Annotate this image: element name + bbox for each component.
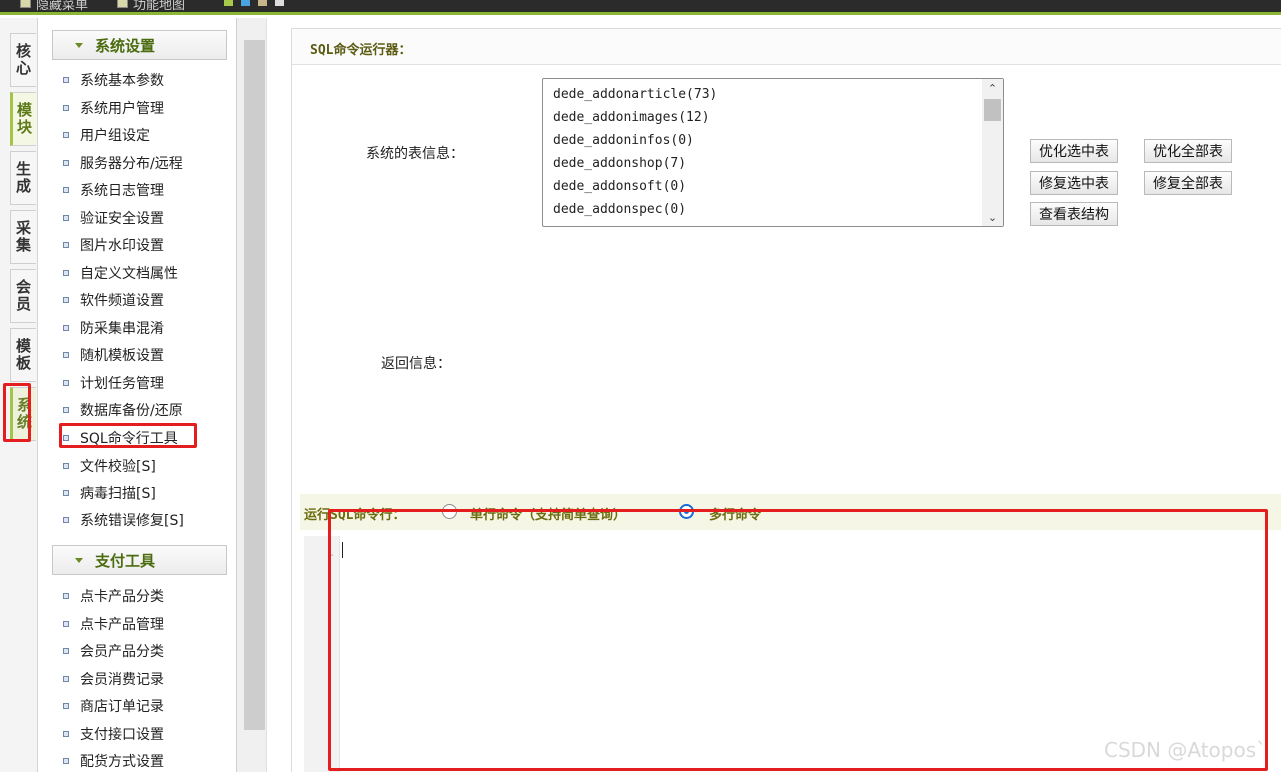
menu-item[interactable]: 防采集串混淆 xyxy=(63,318,164,338)
color-swatch-green[interactable] xyxy=(224,0,233,6)
menu-item[interactable]: 服务器分布/远程 xyxy=(63,153,183,173)
list-item[interactable]: dede_addonimages(12) xyxy=(553,110,710,125)
sidebar-menu: 系统设置 系统基本参数 系统用户管理 用户组设定 服务器分布/远程 系统日志管理… xyxy=(39,18,237,772)
bullet-icon xyxy=(63,105,69,111)
highlight-box-sql-tool xyxy=(59,423,197,448)
menu-item[interactable]: 系统基本参数 xyxy=(63,70,164,90)
menu-item[interactable]: 随机模板设置 xyxy=(63,345,164,365)
menu-item[interactable]: 配货方式设置 xyxy=(63,751,164,771)
return-info-label: 返回信息： xyxy=(381,356,451,372)
bullet-icon xyxy=(63,676,69,682)
menu-item[interactable]: 验证安全设置 xyxy=(63,208,164,228)
bullet-icon xyxy=(63,77,69,83)
bullet-icon xyxy=(63,593,69,599)
list-item[interactable]: dede_addonarticle(73) xyxy=(553,87,717,102)
table-listbox[interactable]: dede_addonarticle(73) dede_addonimages(1… xyxy=(542,78,1004,227)
page-title: SQL命令运行器： xyxy=(292,29,1281,65)
menu-item[interactable]: 点卡产品管理 xyxy=(63,614,164,634)
bullet-icon xyxy=(63,490,69,496)
menu-item[interactable]: 文件校验[S] xyxy=(63,456,156,476)
menu-item[interactable]: 图片水印设置 xyxy=(63,235,164,255)
menu-item[interactable]: 病毒扫描[S] xyxy=(63,483,156,503)
menu-icon xyxy=(20,0,31,8)
bullet-icon xyxy=(63,463,69,469)
bullet-icon xyxy=(63,648,69,654)
tab-member[interactable]: 会员 xyxy=(10,269,36,323)
bullet-icon xyxy=(63,297,69,303)
menu-item[interactable]: 数据库备份/还原 xyxy=(63,400,183,420)
menu-item[interactable]: 会员产品分类 xyxy=(63,641,164,661)
menu-item[interactable]: 用户组设定 xyxy=(63,125,150,145)
sidebar-scrollbar[interactable] xyxy=(237,18,267,772)
map-icon xyxy=(117,0,128,8)
menu-item[interactable]: 软件频道设置 xyxy=(63,290,164,310)
bullet-icon xyxy=(63,621,69,627)
menu-item[interactable]: 商店订单记录 xyxy=(63,696,164,716)
bullet-icon xyxy=(63,132,69,138)
chevron-down-icon[interactable]: ⌄ xyxy=(982,208,1003,226)
repair-all-button[interactable]: 修复全部表 xyxy=(1144,171,1232,195)
listbox-scrollbar[interactable]: ⌃ ⌄ xyxy=(982,79,1003,226)
highlight-box-editor xyxy=(328,509,1268,771)
scrollbar-thumb[interactable] xyxy=(984,99,1001,121)
optimize-all-button[interactable]: 优化全部表 xyxy=(1144,139,1232,163)
tab-collect[interactable]: 采集 xyxy=(10,210,36,264)
repair-selected-button[interactable]: 修复选中表 xyxy=(1030,171,1118,195)
bullet-icon xyxy=(63,187,69,193)
chevron-down-icon xyxy=(75,557,83,563)
tab-core[interactable]: 核心 xyxy=(10,33,36,87)
optimize-selected-button[interactable]: 优化选中表 xyxy=(1030,139,1118,163)
menu-item[interactable]: 自定义文档属性 xyxy=(63,263,178,283)
watermark: CSDN @Atopos` xyxy=(1104,738,1267,762)
menu-item[interactable]: 系统错误修复[S] xyxy=(63,510,184,530)
chevron-down-icon xyxy=(75,42,83,48)
list-item[interactable]: dede_addonsoft(0) xyxy=(553,179,686,194)
bullet-icon xyxy=(63,703,69,709)
chevron-up-icon[interactable]: ⌃ xyxy=(982,79,1003,97)
bullet-icon xyxy=(63,160,69,166)
scrollbar-thumb[interactable] xyxy=(244,40,265,730)
menu-item[interactable]: 点卡产品分类 xyxy=(63,586,164,606)
top-toolbar: 隐藏菜单 功能地图 xyxy=(0,0,1281,15)
color-swatch-blue[interactable] xyxy=(241,0,250,6)
group-payment-tools[interactable]: 支付工具 xyxy=(52,545,227,575)
menu-item[interactable]: 支付接口设置 xyxy=(63,724,164,744)
menu-item[interactable]: 计划任务管理 xyxy=(63,373,164,393)
bullet-icon xyxy=(63,380,69,386)
bullet-icon xyxy=(63,215,69,221)
bullet-icon xyxy=(63,242,69,248)
table-info-label: 系统的表信息： xyxy=(366,146,464,162)
bullet-icon xyxy=(63,352,69,358)
color-swatch-tan[interactable] xyxy=(258,0,267,6)
bullet-icon xyxy=(63,270,69,276)
list-item[interactable]: dede_addonspec(0) xyxy=(553,202,686,217)
list-item[interactable]: dede_addoninfos(0) xyxy=(553,133,694,148)
menu-item[interactable]: 系统日志管理 xyxy=(63,180,164,200)
tab-generate[interactable]: 生成 xyxy=(10,151,36,205)
bullet-icon xyxy=(63,325,69,331)
function-map-button[interactable]: 功能地图 xyxy=(117,0,185,13)
hide-menu-button[interactable]: 隐藏菜单 xyxy=(20,0,88,13)
menu-item[interactable]: 系统用户管理 xyxy=(63,98,164,118)
list-item[interactable]: dede_addonshop(7) xyxy=(553,156,686,171)
bullet-icon xyxy=(63,407,69,413)
menu-item[interactable]: 会员消费记录 xyxy=(63,669,164,689)
highlight-box-system-tab xyxy=(3,383,31,442)
bullet-icon xyxy=(63,517,69,523)
bullet-icon xyxy=(63,731,69,737)
color-swatch-gray[interactable] xyxy=(275,0,284,6)
view-structure-button[interactable]: 查看表结构 xyxy=(1030,202,1118,226)
group-system-settings[interactable]: 系统设置 xyxy=(52,30,227,60)
tab-modules[interactable]: 模块 xyxy=(10,92,36,146)
tab-template[interactable]: 模板 xyxy=(10,328,36,382)
bullet-icon xyxy=(63,758,69,764)
